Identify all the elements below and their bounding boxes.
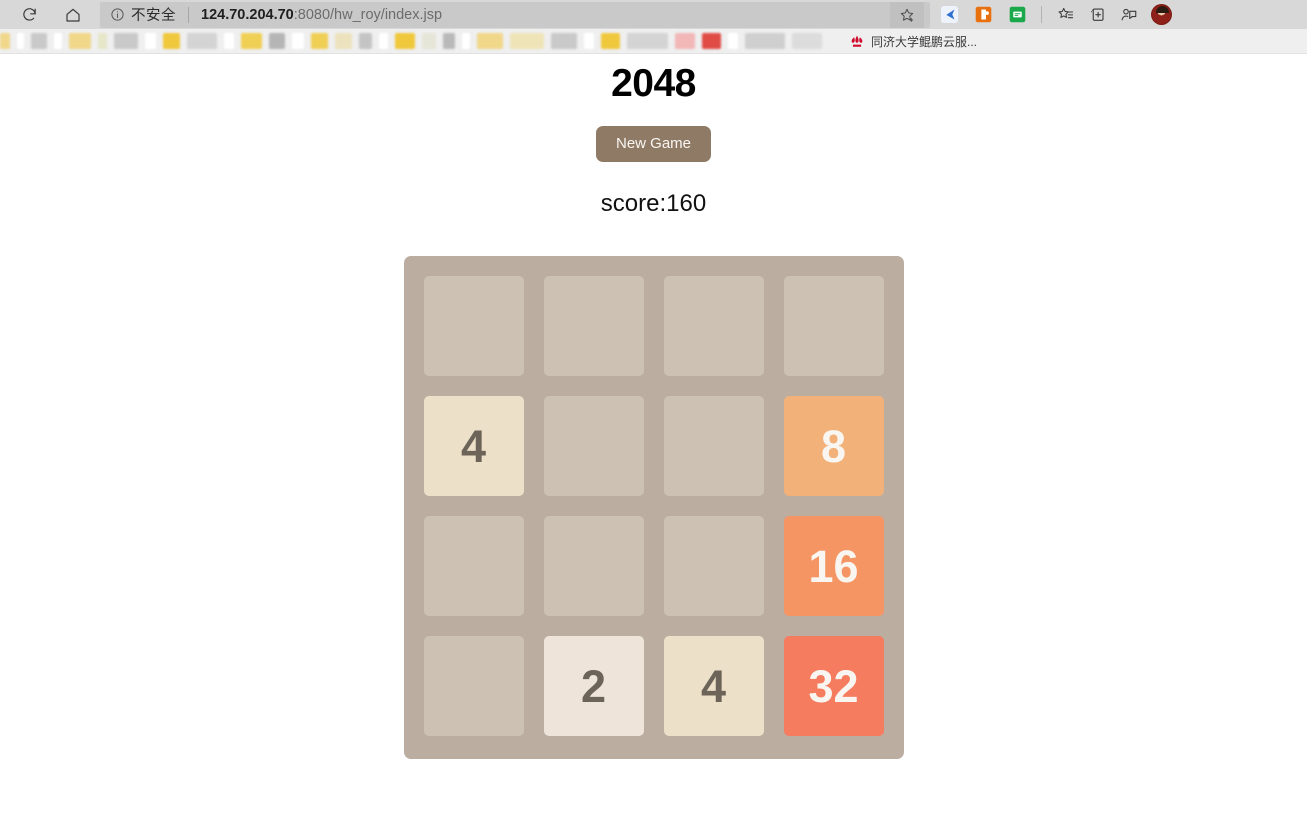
bookmark-label-huawei: 同济大学鲲鹏云服...: [871, 34, 978, 49]
board-cell-empty: [543, 396, 644, 496]
bookmark-item-redacted[interactable]: [187, 33, 217, 49]
bookmark-item-redacted[interactable]: [675, 33, 695, 49]
board-tile-4: 4: [423, 396, 524, 496]
reload-icon[interactable]: [14, 1, 44, 29]
extension-green-note-icon[interactable]: [1002, 1, 1032, 29]
bookmark-item-huawei[interactable]: 同济大学鲲鹏云服...: [845, 32, 981, 50]
bookmark-item-redacted[interactable]: [728, 33, 738, 49]
board-tile-32: 32: [783, 636, 884, 736]
security-status-label: 不安全: [131, 8, 176, 24]
page-content: 2048 New Game score:160 4 8 16 2 4 32: [0, 55, 1307, 817]
board-cell-empty: [423, 516, 524, 616]
new-game-button-wrapper: New Game: [0, 126, 1307, 162]
url-text: 124.70.204.70:8080/hw_roy/index.jsp: [201, 7, 442, 23]
board-cell-empty: [423, 276, 524, 376]
bookmark-item-redacted[interactable]: [54, 33, 62, 49]
board-tile-4: 4: [663, 636, 764, 736]
bookmark-item-redacted[interactable]: [477, 33, 503, 49]
bookmark-item-redacted[interactable]: [551, 33, 577, 49]
board-cell-empty: [663, 276, 764, 376]
url-path: :8080/hw_roy/index.jsp: [293, 6, 443, 23]
bookmark-item-redacted[interactable]: [379, 33, 388, 49]
game-board[interactable]: 4 8 16 2 4 32: [403, 256, 904, 759]
bookmark-item-redacted[interactable]: [745, 33, 785, 49]
extension-orange-office-icon[interactable]: [968, 1, 998, 29]
favorite-star-icon[interactable]: [890, 1, 924, 28]
extensions-strip: [930, 1, 1032, 29]
bookmark-item-redacted[interactable]: [163, 33, 180, 49]
board-tile-2: 2: [543, 636, 644, 736]
huawei-logo-icon: [849, 34, 865, 49]
bookmark-item-redacted[interactable]: [395, 33, 415, 49]
board-tile-8: 8: [783, 396, 884, 496]
bookmark-item-redacted[interactable]: [31, 33, 47, 49]
bookmark-item-redacted[interactable]: [114, 33, 138, 49]
bookmark-item-redacted[interactable]: [145, 33, 156, 49]
bookmarks-redacted-group: [0, 33, 829, 49]
bookmark-item-redacted[interactable]: [69, 33, 91, 49]
bookmark-item-redacted[interactable]: [269, 33, 285, 49]
bookmark-item-redacted[interactable]: [792, 33, 822, 49]
bookmark-item-redacted[interactable]: [335, 33, 352, 49]
bookmark-item-redacted[interactable]: [311, 33, 328, 49]
bookmark-item-redacted[interactable]: [601, 33, 620, 49]
board-cell-empty: [663, 396, 764, 496]
profile-avatar[interactable]: [1151, 4, 1172, 25]
page-title: 2048: [611, 62, 696, 105]
bookmark-item-redacted[interactable]: [224, 33, 234, 49]
board-cell-empty: [783, 276, 884, 376]
bookmark-item-redacted[interactable]: [627, 33, 668, 49]
url-host: 124.70.204.70: [201, 6, 294, 23]
board-cell-empty: [543, 516, 644, 616]
board-cell-empty: [543, 276, 644, 376]
score-display: score:160: [600, 190, 707, 217]
browser-toolbar: 不安全 124.70.204.70:8080/hw_roy/index.jsp: [0, 0, 1307, 29]
bookmark-item-redacted[interactable]: [462, 33, 470, 49]
bookmark-item-redacted[interactable]: [292, 33, 304, 49]
info-circle-icon: [110, 7, 125, 22]
bookmark-item-redacted[interactable]: [422, 33, 436, 49]
bookmark-item-redacted[interactable]: [584, 33, 594, 49]
board-cell-empty: [423, 636, 524, 736]
address-bar[interactable]: 不安全 124.70.204.70:8080/hw_roy/index.jsp: [100, 1, 930, 28]
bookmark-item-redacted[interactable]: [0, 33, 10, 49]
bookmark-item-redacted[interactable]: [443, 33, 455, 49]
new-game-button[interactable]: New Game: [595, 126, 712, 162]
bookmark-item-redacted[interactable]: [241, 33, 262, 49]
board-tile-16: 16: [783, 516, 884, 616]
board-cell-empty: [663, 516, 764, 616]
omnibox-divider: [188, 6, 189, 23]
bookmark-item-redacted[interactable]: [702, 33, 721, 49]
extension-blue-arrow-icon[interactable]: [934, 1, 964, 29]
bookmark-item-redacted[interactable]: [510, 33, 544, 49]
home-icon[interactable]: [58, 1, 88, 29]
collections-icon[interactable]: [1081, 1, 1113, 29]
bookmark-item-redacted[interactable]: [17, 33, 24, 49]
feedback-icon[interactable]: [1113, 1, 1145, 29]
toolbar-divider: [1041, 6, 1042, 23]
bookmarks-bar: 同济大学鲲鹏云服...: [0, 29, 1307, 54]
favorites-list-icon[interactable]: [1049, 1, 1081, 29]
bookmark-item-redacted[interactable]: [359, 33, 372, 49]
bookmark-item-redacted[interactable]: [98, 33, 107, 49]
